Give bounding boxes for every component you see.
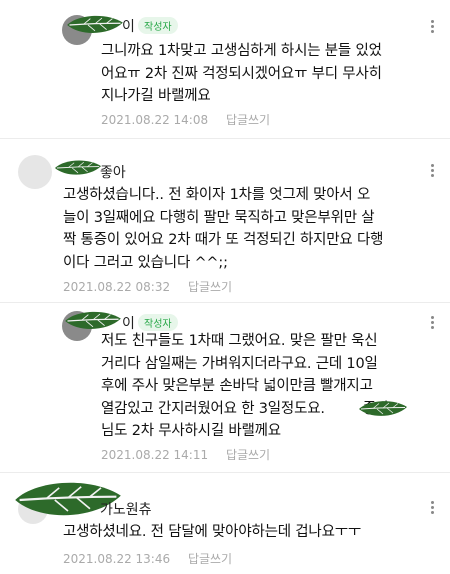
comment-line-part: 좋아 [362, 400, 390, 417]
comment-line: 어요ㅠ 2차 진짜 걱정되시겠어요ㅠ 부디 무사히 [101, 65, 382, 82]
comment-meta: 2021.08.22 08:32 답글쓰기 [63, 278, 232, 295]
comment-line: 지나가길 바랠께요 [101, 88, 211, 104]
comment-text: 그니까요 1차맞고 고생심하게 하시는 분들 있었 어요ㅠ 2차 진짜 걱정되시… [101, 40, 382, 108]
more-vertical-icon[interactable] [431, 316, 435, 331]
leaf-icon [54, 158, 102, 178]
divider [0, 138, 450, 139]
divider [0, 302, 450, 303]
comment-line: 님도 2차 무사하시길 바랠께요 [101, 423, 281, 439]
comment-line: 늘이 3일째에요 다행히 팔만 묵직하고 맞은부위만 살 [63, 209, 375, 226]
reply-button[interactable]: 답글쓰기 [226, 448, 270, 462]
reply-button[interactable]: 답글쓰기 [188, 552, 232, 566]
more-vertical-icon[interactable] [431, 20, 435, 35]
avatar[interactable] [62, 311, 92, 341]
author-name[interactable]: 이 [122, 16, 135, 36]
author-badge: 작성자 [138, 17, 178, 34]
comment-meta: 2021.08.22 13:46 답글쓰기 [63, 550, 232, 567]
avatar[interactable] [62, 15, 92, 45]
reply-button[interactable]: 답글쓰기 [226, 113, 270, 127]
comment-date: 2021.08.22 14:08 [101, 113, 209, 127]
comment-text: 저도 친구들도 1차때 그랬어요. 맞은 팔만 욱신 거리다 삼일째는 가벼워지… [101, 330, 389, 443]
comment-line: 고생하셨습니다.. 전 화이자 1차를 엇그제 맞아서 오 [63, 187, 371, 203]
avatar[interactable] [18, 494, 48, 524]
author-badge: 작성자 [138, 314, 178, 331]
reply-button[interactable]: 답글쓰기 [188, 280, 232, 294]
comment-line: 짝 통증이 있어요 2차 때가 또 걱정되긴 하지만요 다행 [63, 232, 384, 248]
comment-line: 고생하셨네요. 전 담달에 맞아야하는데 겁나요ㅜㅜ [63, 524, 361, 540]
comment-line: 후에 주사 맞은부분 손바닥 넓이만큼 빨개지고 [101, 378, 373, 394]
comment-meta: 2021.08.22 14:11 답글쓰기 [101, 446, 270, 463]
comment-line: 그니까요 1차맞고 고생심하게 하시는 분들 있었 [101, 43, 382, 59]
avatar[interactable] [18, 155, 52, 189]
comment-text: 고생하셨네요. 전 담달에 맞아야하는데 겁나요ㅜㅜ [63, 521, 361, 544]
divider [0, 472, 450, 473]
more-vertical-icon[interactable] [431, 501, 435, 516]
comment-date: 2021.08.22 14:11 [101, 448, 209, 462]
comment-line-part: 열감있고 간지러웠어요 한 3일정도요. [101, 400, 325, 417]
more-vertical-icon[interactable] [431, 164, 435, 179]
comment-date: 2021.08.22 08:32 [63, 280, 171, 294]
comment-line: 거리다 삼일째는 가벼워지더라구요. 근데 10일 [101, 355, 378, 372]
comment-line: 열감있고 간지러웠어요 한 3일정도요. 좋아 [101, 398, 389, 421]
comment-date: 2021.08.22 13:46 [63, 552, 171, 566]
comment-line: 저도 친구들도 1차때 그랬어요. 맞은 팔만 욱신 [101, 333, 378, 349]
author-name[interactable]: 가노원츄 [100, 499, 152, 519]
comment-text: 고생하셨습니다.. 전 화이자 1차를 엇그제 맞아서 오 늘이 3일째에요 다… [63, 184, 383, 274]
comment-line: 이다 그러고 있습니다 ^^;; [63, 254, 228, 271]
author-name[interactable]: 좋아 [100, 162, 126, 182]
comment-meta: 2021.08.22 14:08 답글쓰기 [101, 111, 270, 128]
